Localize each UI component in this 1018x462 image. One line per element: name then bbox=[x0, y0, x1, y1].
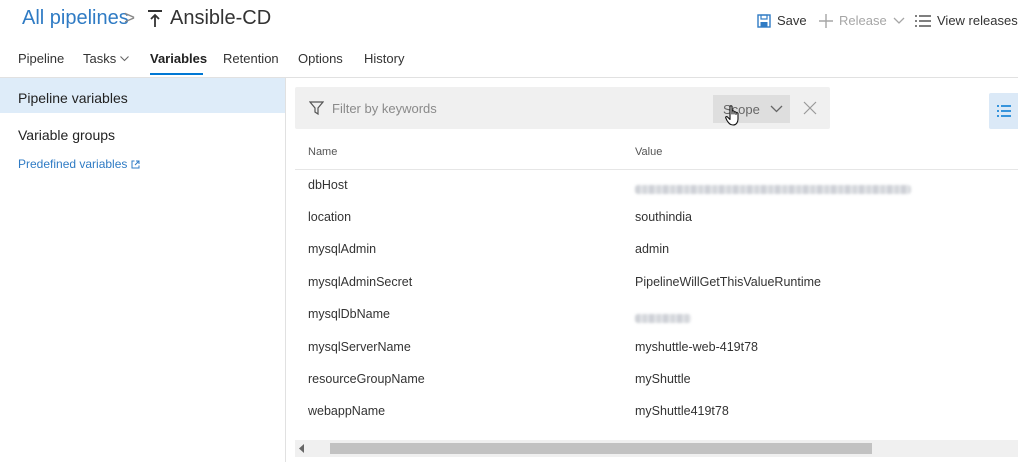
variable-name-mysqldbname[interactable]: mysqlDbName bbox=[308, 307, 390, 321]
scroll-left-arrow-icon[interactable] bbox=[299, 444, 305, 453]
tab-pipeline[interactable]: Pipeline bbox=[18, 51, 64, 66]
tab-tasks-label: Tasks bbox=[83, 51, 117, 66]
variable-value-mysqldbname-redacted[interactable] bbox=[635, 310, 691, 328]
view-releases-label: View releases bbox=[937, 13, 1018, 28]
save-label: Save bbox=[777, 13, 807, 28]
table-header-divider bbox=[295, 169, 1018, 170]
horizontal-scrollbar-thumb[interactable] bbox=[330, 443, 872, 454]
external-link-icon bbox=[131, 160, 140, 168]
chevron-down-icon bbox=[120, 55, 130, 61]
active-tab-indicator bbox=[150, 73, 203, 75]
release-label: Release bbox=[839, 13, 887, 28]
variable-value-location[interactable]: southindia bbox=[635, 210, 692, 224]
predefined-variables-label: Predefined variables bbox=[18, 157, 128, 171]
view-releases-button[interactable]: View releases bbox=[915, 13, 1018, 28]
sidebar-item-variable-groups[interactable]: Variable groups bbox=[18, 127, 115, 143]
filter-keywords-input[interactable] bbox=[332, 101, 692, 116]
variable-value-mysqladminsecret[interactable]: PipelineWillGetThisValueRuntime bbox=[635, 275, 821, 289]
tab-retention[interactable]: Retention bbox=[223, 51, 279, 66]
plus-icon bbox=[819, 13, 833, 28]
list-view-icon bbox=[997, 105, 1011, 117]
column-header-name[interactable]: Name bbox=[308, 146, 337, 158]
variable-value-mysqlservername[interactable]: myshuttle-web-419t78 bbox=[635, 340, 758, 354]
tab-options[interactable]: Options bbox=[298, 51, 343, 66]
variable-name-mysqladminsecret[interactable]: mysqlAdminSecret bbox=[308, 275, 412, 289]
variable-name-location[interactable]: location bbox=[308, 210, 351, 224]
save-icon bbox=[757, 13, 771, 28]
chevron-down-icon bbox=[770, 105, 783, 113]
hand-cursor-icon bbox=[725, 105, 739, 126]
release-button[interactable]: Release bbox=[819, 13, 905, 28]
variable-value-dbhost-redacted[interactable] bbox=[635, 181, 911, 199]
variable-name-mysqladmin[interactable]: mysqlAdmin bbox=[308, 242, 376, 256]
filter-icon bbox=[309, 101, 324, 115]
column-header-value[interactable]: Value bbox=[635, 146, 662, 158]
clear-filter-icon[interactable] bbox=[803, 101, 817, 115]
variable-value-mysqladmin[interactable]: admin bbox=[635, 242, 669, 256]
breadcrumb-all-pipelines[interactable]: All pipelines bbox=[22, 7, 129, 30]
sidebar-item-pipeline-variables[interactable]: Pipeline variables bbox=[18, 90, 128, 106]
variable-name-mysqlservername[interactable]: mysqlServerName bbox=[308, 340, 411, 354]
tab-tasks[interactable]: Tasks bbox=[83, 51, 130, 66]
variable-name-resourcegroupname[interactable]: resourceGroupName bbox=[308, 372, 425, 386]
save-button[interactable]: Save bbox=[757, 13, 807, 28]
release-pipeline-icon bbox=[148, 10, 162, 27]
tab-history[interactable]: History bbox=[364, 51, 404, 66]
page-title: Ansible-CD bbox=[170, 7, 272, 29]
breadcrumb-separator: > bbox=[124, 8, 136, 29]
variable-value-resourcegroupname[interactable]: myShuttle bbox=[635, 372, 691, 386]
view-toggle-button[interactable] bbox=[989, 93, 1018, 129]
variable-name-dbhost[interactable]: dbHost bbox=[308, 178, 348, 192]
chevron-down-icon bbox=[893, 17, 905, 24]
predefined-variables-link[interactable]: Predefined variables bbox=[18, 157, 140, 171]
variable-value-webappname[interactable]: myShuttle419t78 bbox=[635, 404, 729, 418]
tab-variables[interactable]: Variables bbox=[150, 51, 207, 66]
variable-name-webappname[interactable]: webappName bbox=[308, 404, 385, 418]
list-icon bbox=[915, 14, 931, 27]
